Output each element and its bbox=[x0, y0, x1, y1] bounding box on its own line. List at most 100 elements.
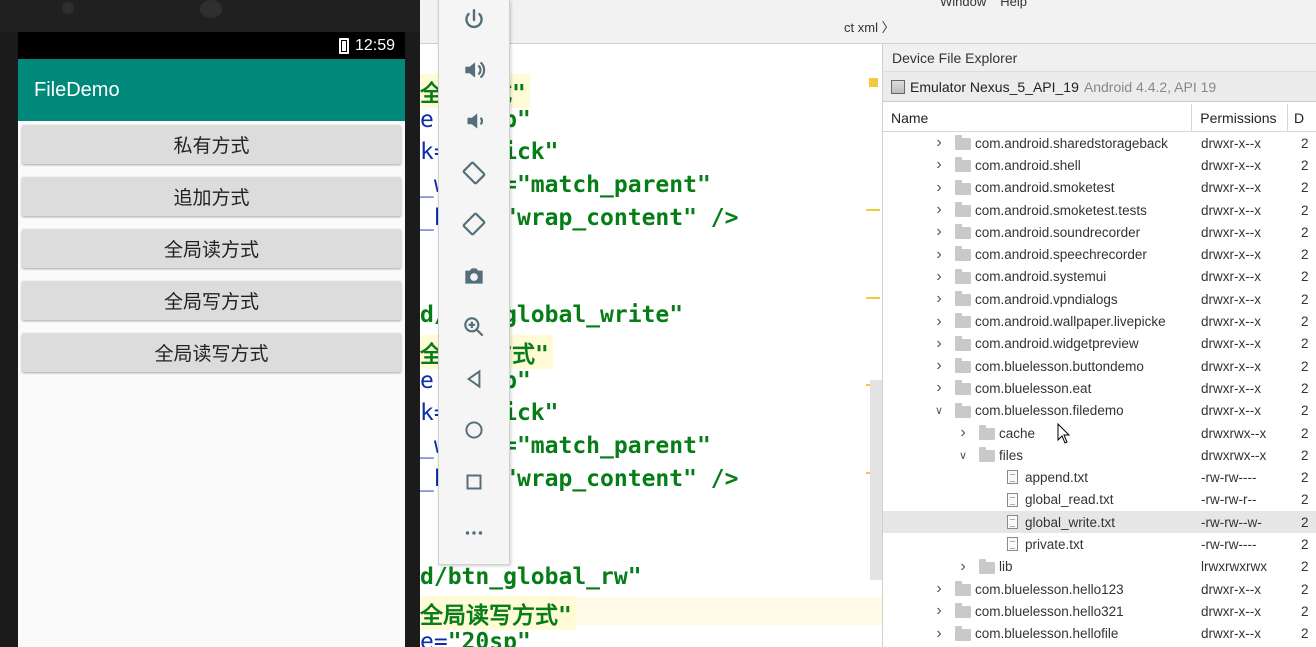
power-button[interactable] bbox=[439, 0, 509, 40]
file-permissions: drwxr-x--x bbox=[1201, 581, 1261, 597]
global-write-button[interactable]: 全局写方式 bbox=[22, 281, 401, 320]
global-read-button[interactable]: 全局读方式 bbox=[22, 229, 401, 268]
rotate-left-button[interactable] bbox=[439, 153, 509, 193]
stripe-mark[interactable] bbox=[866, 297, 880, 299]
home-button[interactable] bbox=[439, 410, 509, 450]
file-icon bbox=[1007, 470, 1018, 485]
menu-window[interactable]: Window bbox=[940, 0, 986, 9]
folder-row[interactable]: › com.android.soundrecorder drwxr-x--x 2 bbox=[883, 221, 1316, 243]
folder-row[interactable]: › com.android.systemui drwxr-x--x 2 bbox=[883, 266, 1316, 288]
chevron-right-icon[interactable]: › bbox=[933, 134, 945, 152]
folder-row[interactable]: › cache drwxrwx--x 2 bbox=[883, 422, 1316, 444]
global-rw-button[interactable]: 全局读写方式 bbox=[22, 333, 401, 372]
folder-row[interactable]: › com.android.smoketest.tests drwxr-x--x 2 bbox=[883, 199, 1316, 221]
chevron-right-icon[interactable]: › bbox=[933, 223, 945, 241]
file-name: com.bluelesson.eat bbox=[975, 380, 1092, 396]
chevron-right-icon[interactable]: › bbox=[933, 335, 945, 353]
file-row[interactable]: append.txt -rw-rw---- 2 bbox=[883, 466, 1316, 488]
file-icon bbox=[1007, 492, 1018, 507]
chevron-right-icon[interactable]: › bbox=[957, 424, 969, 442]
file-date: 2 bbox=[1301, 559, 1309, 575]
folder-icon bbox=[979, 424, 995, 440]
append-mode-button[interactable]: 追加方式 bbox=[22, 177, 401, 216]
file-row[interactable]: private.txt -rw-rw---- 2 bbox=[883, 533, 1316, 555]
folder-icon bbox=[955, 357, 971, 373]
home-icon bbox=[465, 421, 483, 439]
folder-row[interactable]: › com.bluelesson.eat drwxr-x--x 2 bbox=[883, 377, 1316, 399]
zoom-button[interactable] bbox=[439, 307, 509, 347]
device-select[interactable]: Emulator Nexus_5_API_19 Android 4.4.2, A… bbox=[883, 72, 1316, 102]
folder-row[interactable]: ∨ files drwxrwx--x 2 bbox=[883, 444, 1316, 466]
chevron-right-icon[interactable]: › bbox=[933, 357, 945, 375]
code-line: 全局读写方式" bbox=[420, 596, 576, 630]
chevron-right-icon[interactable]: › bbox=[933, 580, 945, 598]
chevron-right-icon[interactable]: › bbox=[933, 246, 945, 264]
folder-row[interactable]: › com.android.vpndialogs drwxr-x--x 2 bbox=[883, 288, 1316, 310]
file-name: private.txt bbox=[1025, 536, 1084, 552]
file-name: com.android.soundrecorder bbox=[975, 224, 1141, 240]
folder-row[interactable]: › com.android.sharedstorageback drwxr-x--x… bbox=[883, 132, 1316, 154]
folder-row[interactable]: › com.bluelesson.hellofile drwxr-x--x 2 bbox=[883, 623, 1316, 645]
editor-tab[interactable]: ct xml 〉 bbox=[844, 17, 895, 36]
chevron-right-icon[interactable]: › bbox=[933, 625, 945, 643]
emulator-controls bbox=[438, 0, 510, 565]
chevron-right-icon[interactable]: › bbox=[933, 179, 945, 197]
menu-bar: Window Help bbox=[940, 0, 1041, 9]
chevron-right-icon[interactable]: › bbox=[933, 313, 945, 331]
chevron-right-icon[interactable]: › bbox=[957, 558, 969, 576]
column-header-date[interactable]: D bbox=[1288, 104, 1316, 131]
back-button[interactable] bbox=[439, 359, 509, 399]
file-row[interactable]: global_read.txt -rw-rw-r-- 2 bbox=[883, 489, 1316, 511]
chevron-right-icon[interactable]: › bbox=[933, 602, 945, 620]
dfe-title: Device File Explorer bbox=[883, 44, 1316, 72]
folder-row[interactable]: › com.bluelesson.hello321 drwxr-x--x 2 bbox=[883, 600, 1316, 622]
chevron-right-icon[interactable]: › bbox=[933, 268, 945, 286]
mouse-pointer-icon bbox=[1057, 423, 1071, 444]
folder-row[interactable]: › com.bluelesson.buttondemo drwxr-x--x 2 bbox=[883, 355, 1316, 377]
column-header-permissions[interactable]: Permissions bbox=[1192, 104, 1289, 131]
file-date: 2 bbox=[1301, 247, 1309, 263]
folder-row[interactable]: › lib lrwxrwxrwx 2 bbox=[883, 556, 1316, 578]
file-date: 2 bbox=[1301, 157, 1309, 173]
chevron-down-icon[interactable]: ∨ bbox=[933, 404, 945, 417]
device-screen[interactable]: 12:59 FileDemo 私有方式 追加方式 全局读方式 全局写方式 全局读… bbox=[18, 32, 405, 647]
file-name: cache bbox=[999, 425, 1036, 441]
file-permissions: drwxr-x--x bbox=[1201, 157, 1261, 173]
breadcrumb-file[interactable]: xml bbox=[858, 20, 878, 35]
chevron-right-icon[interactable]: › bbox=[933, 290, 945, 308]
screenshot-button[interactable] bbox=[439, 256, 509, 296]
rotate-right-button[interactable] bbox=[439, 204, 509, 244]
volume-up-button[interactable] bbox=[439, 50, 509, 90]
file-permissions: drwxr-x--x bbox=[1201, 135, 1261, 151]
folder-row[interactable]: › com.android.speechrecorder drwxr-x--x 2 bbox=[883, 243, 1316, 265]
private-mode-button[interactable]: 私有方式 bbox=[22, 125, 401, 164]
file-permissions: drwxr-x--x bbox=[1201, 336, 1261, 352]
folder-row[interactable]: › com.android.wallpaper.livepicke drwxr-x-… bbox=[883, 310, 1316, 332]
folder-row[interactable]: › com.android.widgetpreview drwxr-x--x 2 bbox=[883, 333, 1316, 355]
file-row[interactable]: global_write.txt -rw-rw--w- 2 bbox=[883, 511, 1316, 534]
folder-row[interactable]: › com.android.shell drwxr-x--x 2 bbox=[883, 154, 1316, 176]
folder-row[interactable]: › com.android.smoketest drwxr-x--x 2 bbox=[883, 177, 1316, 199]
folder-icon bbox=[955, 135, 971, 150]
warning-marker[interactable] bbox=[869, 78, 878, 87]
folder-row[interactable]: › com.bluelesson.hello123 drwxr-x--x 2 bbox=[883, 578, 1316, 600]
overview-button[interactable] bbox=[439, 462, 509, 502]
chevron-right-icon[interactable]: › bbox=[933, 201, 945, 219]
editor-scrollbar[interactable] bbox=[870, 380, 882, 580]
file-name: com.bluelesson.filedemo bbox=[975, 403, 1124, 419]
file-tree: › com.android.sharedstorageback drwxr-x--x… bbox=[883, 132, 1316, 645]
file-permissions: drwxr-x--x bbox=[1201, 224, 1261, 240]
folder-icon bbox=[979, 447, 995, 463]
file-permissions: drwxr-x--x bbox=[1201, 314, 1261, 330]
volume-down-button[interactable] bbox=[439, 101, 509, 141]
chevron-right-icon[interactable]: › bbox=[933, 156, 945, 174]
menu-help[interactable]: Help bbox=[1000, 0, 1027, 9]
column-header-name[interactable]: Name bbox=[883, 104, 1193, 131]
chevron-right-icon[interactable]: › bbox=[933, 379, 945, 397]
file-permissions: drwxr-x--x bbox=[1201, 269, 1261, 285]
folder-row[interactable]: ∨ com.bluelesson.filedemo drwxr-x--x 2 bbox=[883, 400, 1316, 422]
folder-icon bbox=[955, 313, 971, 329]
more-button[interactable] bbox=[439, 513, 509, 553]
stripe-mark[interactable] bbox=[866, 209, 880, 211]
chevron-down-icon[interactable]: ∨ bbox=[957, 449, 969, 462]
